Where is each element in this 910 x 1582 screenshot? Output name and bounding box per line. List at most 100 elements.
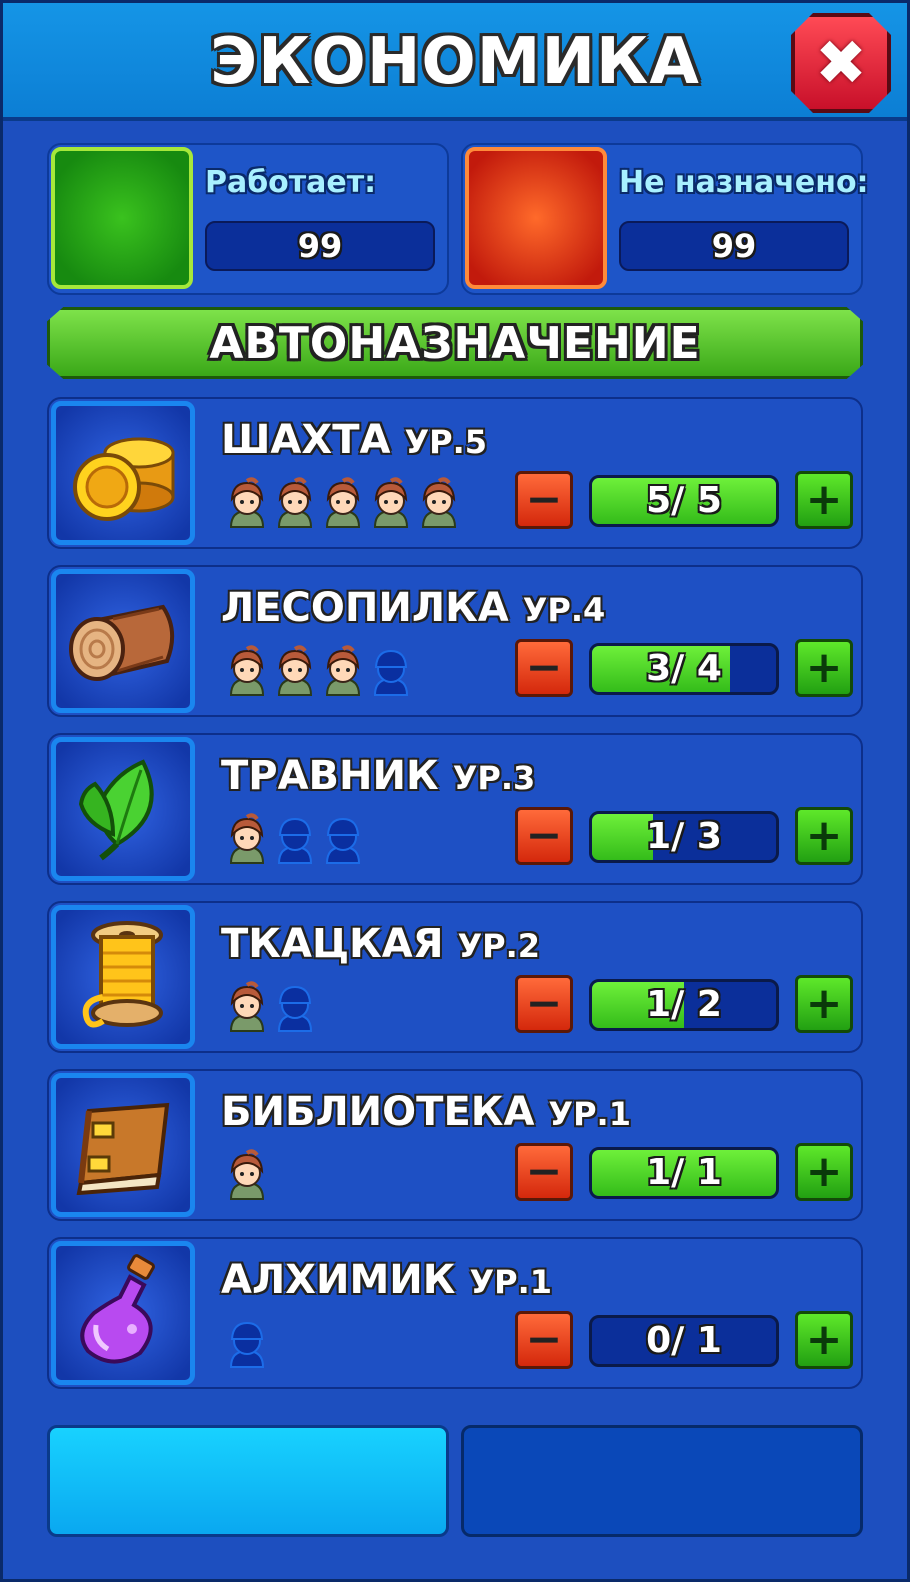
plus-icon: + — [805, 642, 843, 693]
remove-worker-button[interactable]: − — [515, 639, 573, 697]
empty-worker-slot-icon — [321, 813, 365, 865]
building-title: ТКАЦКАЯ — [221, 921, 444, 967]
plus-icon: + — [805, 474, 843, 525]
minus-icon: − — [525, 1314, 563, 1365]
add-worker-button[interactable]: + — [795, 975, 853, 1033]
worker-icon — [225, 477, 269, 529]
working-label: Работает: — [205, 165, 377, 200]
auto-assign-button[interactable]: АВТОНАЗНАЧЕНИЕ — [47, 307, 863, 379]
unassigned-color-swatch — [465, 147, 607, 289]
worker-progress-bar: 3/ 4 — [589, 643, 779, 695]
add-worker-button[interactable]: + — [795, 807, 853, 865]
worker-count: 1/ 1 — [646, 1152, 722, 1193]
worker-count: 1/ 3 — [646, 816, 722, 857]
worker-slots — [225, 1149, 269, 1205]
worker-count: 1/ 2 — [646, 984, 722, 1025]
add-worker-button[interactable]: + — [795, 1311, 853, 1369]
worker-icon — [225, 981, 269, 1033]
empty-worker-slot-icon — [273, 981, 317, 1033]
building-level: УР.1 — [548, 1095, 631, 1133]
worker-icon — [225, 1149, 269, 1201]
worker-slots — [225, 477, 461, 533]
building-level: УР.2 — [457, 927, 541, 965]
building-row: ЛЕСОПИЛКА УР.4 − 3/ 4 + — [47, 565, 863, 717]
building-row: ТКАЦКАЯ УР.2 − 1/ 2 + — [47, 901, 863, 1053]
empty-worker-slot-icon — [369, 645, 413, 697]
building-name: ТРАВНИК УР.3 — [221, 753, 535, 799]
building-row: ТРАВНИК УР.3 − 1/ 3 + — [47, 733, 863, 885]
remove-worker-button[interactable]: − — [515, 975, 573, 1033]
leaf-icon — [51, 737, 195, 881]
worker-slots — [225, 645, 413, 701]
working-color-swatch — [51, 147, 193, 289]
worker-count: 5/ 5 — [646, 480, 722, 521]
building-row: БИБЛИОТЕКА УР.1 − 1/ 1 + — [47, 1069, 863, 1221]
worker-icon — [321, 645, 365, 697]
worker-icon — [225, 813, 269, 865]
remove-worker-button[interactable]: − — [515, 1311, 573, 1369]
unassigned-label: Не назначено: — [619, 165, 869, 200]
plus-icon: + — [805, 1314, 843, 1365]
minus-icon: − — [525, 810, 563, 861]
worker-icon — [225, 645, 269, 697]
close-button[interactable]: ✖ — [791, 13, 891, 113]
worker-count: 0/ 1 — [646, 1320, 722, 1361]
log-icon — [51, 569, 195, 713]
header-bar: ЭКОНОМИКА ✖ — [3, 3, 907, 121]
working-value: 99 — [205, 221, 435, 271]
building-name: БИБЛИОТЕКА УР.1 — [221, 1089, 631, 1135]
building-level: УР.5 — [404, 423, 487, 461]
plus-icon: + — [805, 810, 843, 861]
building-level: УР.3 — [452, 759, 536, 797]
spool-icon — [51, 905, 195, 1049]
page-title: ЭКОНОМИКА — [210, 25, 700, 99]
bottom-tab-left[interactable] — [47, 1425, 449, 1537]
worker-icon — [273, 477, 317, 529]
worker-icon — [321, 477, 365, 529]
worker-slots — [225, 1317, 269, 1373]
minus-icon: − — [525, 1146, 563, 1197]
unassigned-stat-card: Не назначено: 99 — [461, 143, 869, 295]
building-name: АЛХИМИК УР.1 — [221, 1257, 552, 1303]
worker-icon — [273, 645, 317, 697]
building-title: ШАХТА — [221, 417, 391, 463]
auto-assign-label: АВТОНАЗНАЧЕНИЕ — [209, 317, 701, 369]
worker-progress-bar: 5/ 5 — [589, 475, 779, 527]
minus-icon: − — [525, 978, 563, 1029]
building-title: АЛХИМИК — [221, 1257, 456, 1303]
worker-progress-bar: 1/ 3 — [589, 811, 779, 863]
building-level: УР.1 — [469, 1263, 553, 1301]
worker-progress-bar: 1/ 2 — [589, 979, 779, 1031]
building-row: ШАХТА УР.5− 5/ 5 + — [47, 397, 863, 549]
worker-icon — [369, 477, 413, 529]
worker-slots — [225, 813, 365, 869]
potion-icon — [51, 1241, 195, 1385]
remove-worker-button[interactable]: − — [515, 471, 573, 529]
plus-icon: + — [805, 1146, 843, 1197]
add-worker-button[interactable]: + — [795, 471, 853, 529]
building-row: АЛХИМИК УР.1 − 0/ 1 + — [47, 1237, 863, 1389]
unassigned-value: 99 — [619, 221, 849, 271]
add-worker-button[interactable]: + — [795, 1143, 853, 1201]
building-name: ТКАЦКАЯ УР.2 — [221, 921, 540, 967]
building-name: ШАХТА УР.5 — [221, 417, 487, 463]
remove-worker-button[interactable]: − — [515, 1143, 573, 1201]
worker-icon — [417, 477, 461, 529]
minus-icon: − — [525, 642, 563, 693]
bottom-tab-right[interactable] — [461, 1425, 863, 1537]
worker-progress-bar: 1/ 1 — [589, 1147, 779, 1199]
building-name: ЛЕСОПИЛКА УР.4 — [221, 585, 605, 631]
close-icon: ✖ — [815, 26, 867, 99]
working-stat-card: Работает: 99 — [47, 143, 449, 295]
remove-worker-button[interactable]: − — [515, 807, 573, 865]
worker-progress-bar: 0/ 1 — [589, 1315, 779, 1367]
add-worker-button[interactable]: + — [795, 639, 853, 697]
empty-worker-slot-icon — [273, 813, 317, 865]
minus-icon: − — [525, 474, 563, 525]
building-level: УР.4 — [522, 591, 606, 629]
economy-panel: ЭКОНОМИКА ✖ Работает: 99 Не назначено: 9… — [0, 0, 910, 1582]
building-title: ТРАВНИК — [221, 753, 439, 799]
plus-icon: + — [805, 978, 843, 1029]
worker-count: 3/ 4 — [646, 648, 722, 689]
worker-slots — [225, 981, 317, 1037]
